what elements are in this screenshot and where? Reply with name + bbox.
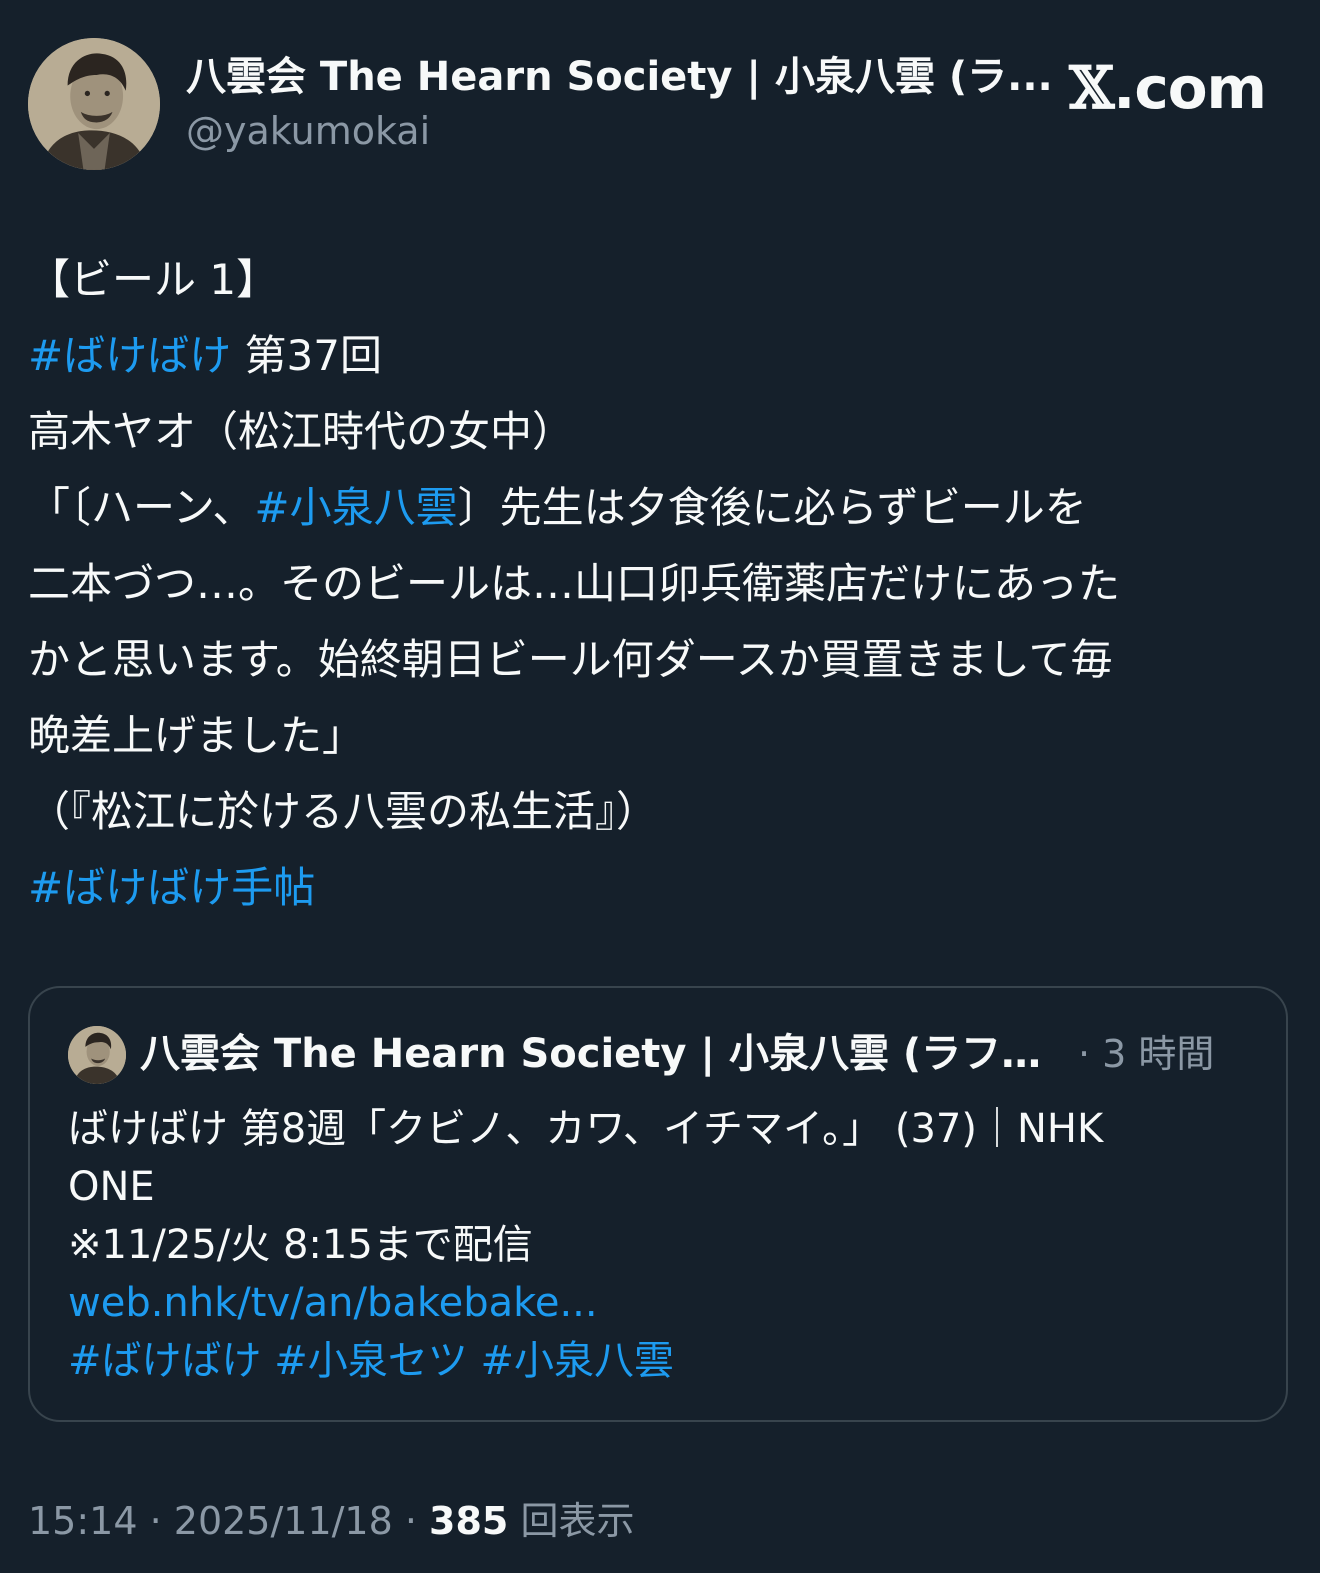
- quoted-url-link[interactable]: web.nhk/tv/an/bakebake...: [68, 1274, 1248, 1332]
- tweet-line: 二本づつ…。そのビールは…山口卯兵衛薬店だけにあった: [28, 559, 1121, 608]
- tweet-header: 八雲会 The Hearn Society | 小泉八雲 (ラ... @yaku…: [28, 38, 1292, 170]
- separator: ·: [392, 1499, 430, 1543]
- post-date[interactable]: 2025/11/18: [174, 1499, 393, 1543]
- view-label: 回表示: [508, 1499, 635, 1543]
- quoted-author-avatar[interactable]: [68, 1026, 126, 1084]
- quoted-tweet-text: ばけばけ 第8週「クビノ、カワ、イチマイ。」 (37)｜NHK ONE ※11/…: [68, 1100, 1248, 1390]
- tweet-text: 【ビール 1】 #ばけばけ 第37回 高木ヤオ（松江時代の女中） 「〔ハーン、#…: [28, 242, 1278, 926]
- tweet-line: かと思います。始終朝日ビール何ダースか買置きまして毎: [28, 635, 1113, 684]
- tweet-line: 【ビール 1】: [28, 255, 279, 304]
- post-time[interactable]: 15:14: [28, 1499, 138, 1543]
- tweet-line: #ばけばけ 第37回: [28, 318, 1278, 394]
- hashtag-link[interactable]: #ばけばけ: [28, 331, 231, 380]
- quoted-line: ※11/25/火 8:15まで配信: [68, 1222, 533, 1268]
- tweet-text-fragment: 「〔ハーン、: [28, 483, 255, 532]
- quoted-line: ONE: [68, 1164, 155, 1210]
- tweet-text-fragment: 第37回: [231, 331, 382, 380]
- quoted-line: ばけばけ 第8週「クビノ、カワ、イチマイ。」 (37)｜NHK: [68, 1106, 1104, 1152]
- tweet-line: #ばけばけ手帖: [28, 850, 1278, 926]
- view-count: 385: [429, 1499, 509, 1543]
- tweet-meta: 15:14 · 2025/11/18 · 385 回表示: [28, 1494, 634, 1548]
- author-name[interactable]: 八雲会 The Hearn Society | 小泉八雲 (ラ...: [186, 52, 1066, 102]
- quoted-tweet-card[interactable]: 八雲会 The Hearn Society | 小泉八雲 (ラフカ... · 3…: [28, 986, 1288, 1422]
- quoted-author-name[interactable]: 八雲会 The Hearn Society | 小泉八雲 (ラフカ...: [140, 1028, 1075, 1080]
- tweet-line: （『松江に於ける八雲の私生活』）: [28, 787, 659, 836]
- hashtag-link[interactable]: #ばけばけ: [68, 1338, 262, 1384]
- quoted-line: #ばけばけ #小泉セツ #小泉八雲: [68, 1332, 1248, 1390]
- hashtag-link[interactable]: #小泉八雲: [480, 1338, 674, 1384]
- author-avatar[interactable]: [28, 38, 160, 170]
- tweet-line: 晩差上げました」: [28, 711, 365, 760]
- tweet-text-fragment: 〕先生は夕食後に必らずビールを: [457, 483, 1087, 532]
- tweet-line: 高木ヤオ（松江時代の女中）: [28, 407, 575, 456]
- brand-domain: .com: [1113, 54, 1267, 122]
- separator: ·: [137, 1499, 174, 1543]
- hashtag-link[interactable]: #小泉セツ: [274, 1338, 468, 1384]
- tweet-line: 「〔ハーン、#小泉八雲〕先生は夕食後に必らずビールを: [28, 470, 1278, 546]
- portrait-icon: [68, 1026, 126, 1084]
- quoted-timestamp[interactable]: · 3 時間: [1078, 1028, 1214, 1080]
- x-com-logo: 𝕏.com: [1069, 54, 1267, 122]
- hashtag-link[interactable]: #ばけばけ手帖: [28, 863, 315, 912]
- portrait-icon: [28, 38, 160, 170]
- author-handle[interactable]: @yakumokai: [186, 108, 430, 154]
- x-logo-icon: 𝕏: [1069, 54, 1114, 122]
- hashtag-link[interactable]: #小泉八雲: [254, 483, 457, 532]
